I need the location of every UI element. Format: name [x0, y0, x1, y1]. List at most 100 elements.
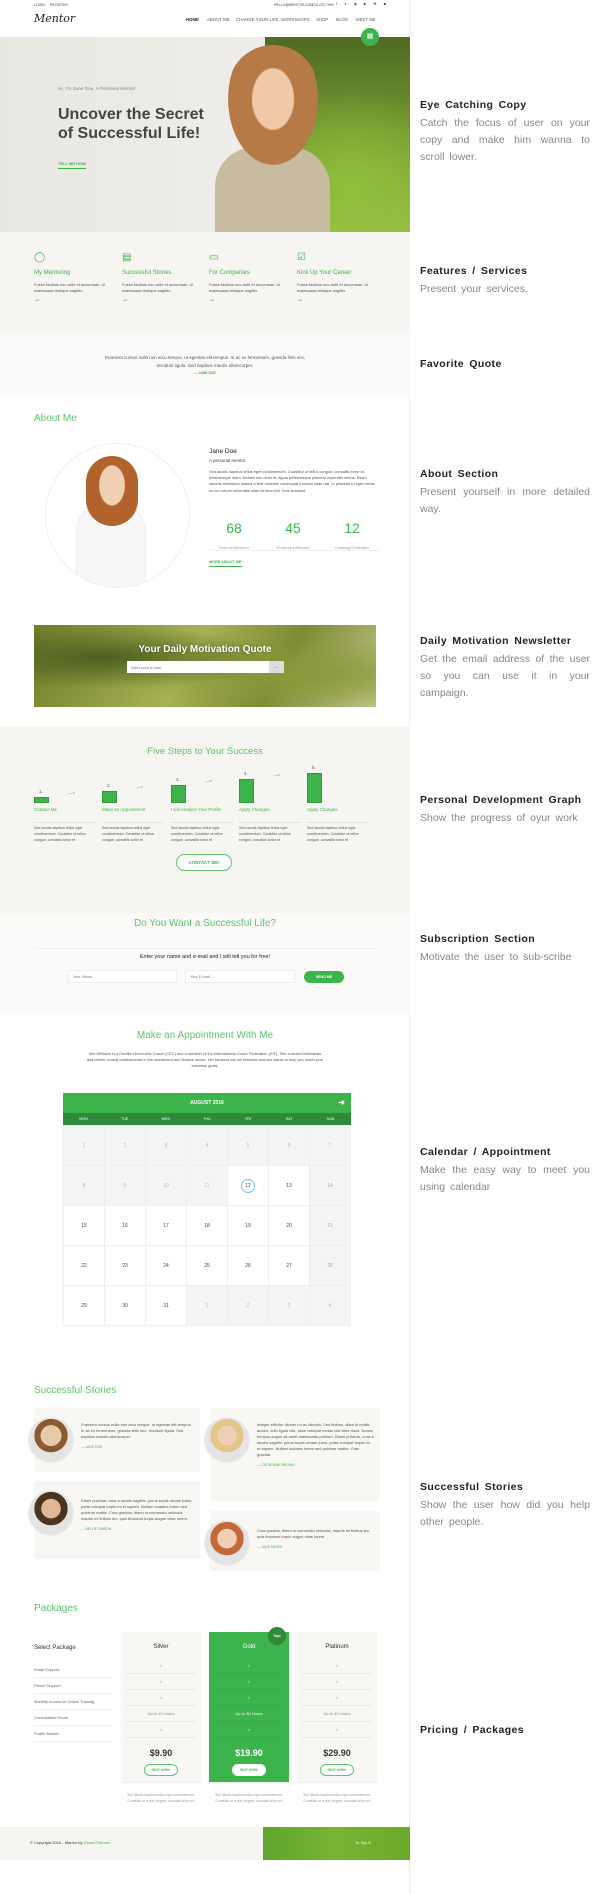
calendar-day[interactable]: 25: [187, 1246, 228, 1286]
arrow-right-icon[interactable]: →: [122, 297, 202, 303]
calendar-day[interactable]: 17: [146, 1206, 187, 1246]
logo[interactable]: Mentor: [34, 12, 75, 25]
packages-section: Packages Select Package Email Support Pho…: [0, 1603, 410, 1827]
calendar-day[interactable]: 24: [146, 1246, 187, 1286]
calendar-day[interactable]: 10: [146, 1166, 187, 1206]
arrow-right-icon[interactable]: →: [34, 297, 114, 303]
calendar-day[interactable]: 2: [228, 1286, 269, 1326]
calendar-day[interactable]: 11: [187, 1166, 228, 1206]
calendar-day[interactable]: 18: [187, 1206, 228, 1246]
calendar-day[interactable]: 20: [269, 1206, 310, 1246]
story-author: — JANE DOE: [81, 1445, 103, 1449]
weekday-label: TUE: [121, 1117, 129, 1121]
calendar-header: AUGUST 2016 ➜: [63, 1093, 351, 1113]
buy-now-button[interactable]: BUY NOW: [144, 1764, 178, 1776]
features-section: ◯ My Mentoring Fusce facilisis nec ante …: [0, 232, 410, 332]
plan-gold: Gold ✓ ✓ ✓ Up to 30 Hours × $19.90 BUY NOW: [209, 1632, 289, 1782]
calendar-day[interactable]: 1: [187, 1286, 228, 1326]
story-card: Cras gravida, libero in commodo vehicula…: [204, 1511, 380, 1571]
name-input[interactable]: [68, 970, 177, 983]
day-number: 30: [122, 1302, 128, 1309]
feature-successful-stories[interactable]: ▤ Successful Stories Fusce facilisis nec…: [122, 252, 202, 303]
nav-blog[interactable]: BLOG: [336, 17, 348, 22]
calendar-day[interactable]: 15: [64, 1206, 105, 1246]
register-link[interactable]: REGISTER: [50, 3, 68, 7]
calendar-day[interactable]: 1: [64, 1126, 105, 1166]
to-top-button[interactable]: To Top ⊙: [355, 1840, 371, 1845]
more-about-me-button[interactable]: MORE ABOUT ME: [209, 560, 242, 567]
next-month-arrow-icon[interactable]: ➜: [338, 1093, 345, 1113]
feature-kick-up-career[interactable]: ☑ Kick Up Your Career Fusce facilisis ne…: [297, 252, 377, 303]
login-link[interactable]: LOGIN: [34, 3, 45, 7]
arrow-right-icon[interactable]: →: [297, 297, 377, 303]
contact-me-button[interactable]: CONTACT ME!: [176, 854, 232, 871]
day-number: 21: [327, 1222, 333, 1229]
nav-workshops[interactable]: WORKSHOPS: [281, 17, 310, 22]
feature-my-mentoring[interactable]: ◯ My Mentoring Fusce facilisis nec ante …: [34, 252, 114, 303]
story-card: Integer efficitur dictum mi ac lobortis.…: [204, 1408, 380, 1501]
calendar-day[interactable]: 14: [310, 1166, 351, 1206]
package-feature-label: Consultation Hours: [34, 1710, 114, 1726]
day-number: 15: [81, 1222, 87, 1229]
calendar-day[interactable]: 26: [228, 1246, 269, 1286]
about-bio: Sed iaculis dapibus tellus eget condimen…: [209, 469, 375, 493]
newsletter-submit-button[interactable]: →: [268, 661, 284, 673]
send-me-button[interactable]: SEND ME: [304, 971, 344, 983]
divider: [171, 822, 233, 823]
calendar-day[interactable]: 3: [146, 1126, 187, 1166]
plan-feature-value: ×: [215, 1722, 283, 1738]
feature-for-companies[interactable]: ▭ For Companies Fusce facilisis nec ante…: [209, 252, 289, 303]
arrow-right-icon[interactable]: →: [209, 297, 289, 303]
id-badge-icon: ▤: [122, 252, 132, 263]
story-card: Etiam pulvinar, urna a iaculis sagittis,…: [28, 1481, 200, 1559]
tell-me-how-button[interactable]: TELL ME HOW: [58, 161, 86, 169]
email-input[interactable]: [185, 970, 295, 983]
quote-text: Praesent cursus nulla non arcu tempor, u…: [104, 355, 306, 368]
divider: [34, 822, 96, 823]
calendar-day[interactable]: 19: [228, 1206, 269, 1246]
calendar-day[interactable]: 21: [310, 1206, 351, 1246]
calendar-day[interactable]: 7: [310, 1126, 351, 1166]
nav-meet-me[interactable]: MEET ME: [356, 17, 376, 22]
calendar-day[interactable]: 3: [269, 1286, 310, 1326]
avatar: [204, 1520, 250, 1566]
calendar-day[interactable]: 6: [269, 1126, 310, 1166]
nav-about-me[interactable]: ABOUT ME: [207, 17, 230, 22]
calendar-day[interactable]: 16: [105, 1206, 146, 1246]
feature-title: My Mentoring: [34, 270, 71, 276]
plan-feature-value: ✓: [127, 1658, 195, 1674]
step-item: 4. ⟶ Apply Changes Sed iaculis dapibus tell…: [239, 726, 301, 851]
plan-price: $29.90: [323, 1748, 351, 1758]
calendar-icon-button[interactable]: ▦: [361, 28, 379, 46]
calendar-day[interactable]: 29: [64, 1286, 105, 1326]
oceanthemes-link[interactable]: OceanThemes: [84, 1840, 110, 1845]
calendar-day[interactable]: 12: [228, 1166, 269, 1206]
calendar-day[interactable]: 22: [64, 1246, 105, 1286]
calendar-day[interactable]: 28: [310, 1246, 351, 1286]
calendar-day[interactable]: 4: [187, 1126, 228, 1166]
calendar-day[interactable]: 2: [105, 1126, 146, 1166]
buy-now-button[interactable]: BUY NOW: [320, 1764, 354, 1776]
social-icons[interactable]: f ✦ ◉ ▶ ✚ ◆: [336, 2, 389, 6]
stories-section: Successful Stories Praesent cursus nulla…: [0, 1363, 410, 1603]
appointment-section: Make an Appointment With Me Kim Williams…: [0, 1013, 410, 1363]
about-role: A personal mentor: [209, 458, 246, 463]
calendar-day[interactable]: 23: [105, 1246, 146, 1286]
calendar-day[interactable]: 4: [310, 1286, 351, 1326]
calendar-day[interactable]: 30: [105, 1286, 146, 1326]
newsletter-email-input[interactable]: [126, 661, 269, 673]
calendar-day[interactable]: 5: [228, 1126, 269, 1166]
divider: [307, 822, 369, 823]
buy-now-button[interactable]: BUY NOW: [232, 1764, 266, 1776]
nav-change-your-life[interactable]: CHANGE YOUR LIFE: [236, 17, 279, 22]
five-steps-section: Five Steps to Your Success 1. ⟶ Contact Me…: [0, 726, 410, 913]
calendar-day[interactable]: 9: [105, 1166, 146, 1206]
annotation-title: About Section: [420, 468, 499, 480]
calendar-day[interactable]: 8: [64, 1166, 105, 1206]
email-link[interactable]: HELLO@MENTOR.COM: [274, 3, 313, 7]
calendar-day[interactable]: 31: [146, 1286, 187, 1326]
nav-home[interactable]: HOME: [186, 17, 199, 22]
calendar-day[interactable]: 13: [269, 1166, 310, 1206]
calendar-day[interactable]: 27: [269, 1246, 310, 1286]
nav-shop[interactable]: SHOP: [316, 17, 328, 22]
